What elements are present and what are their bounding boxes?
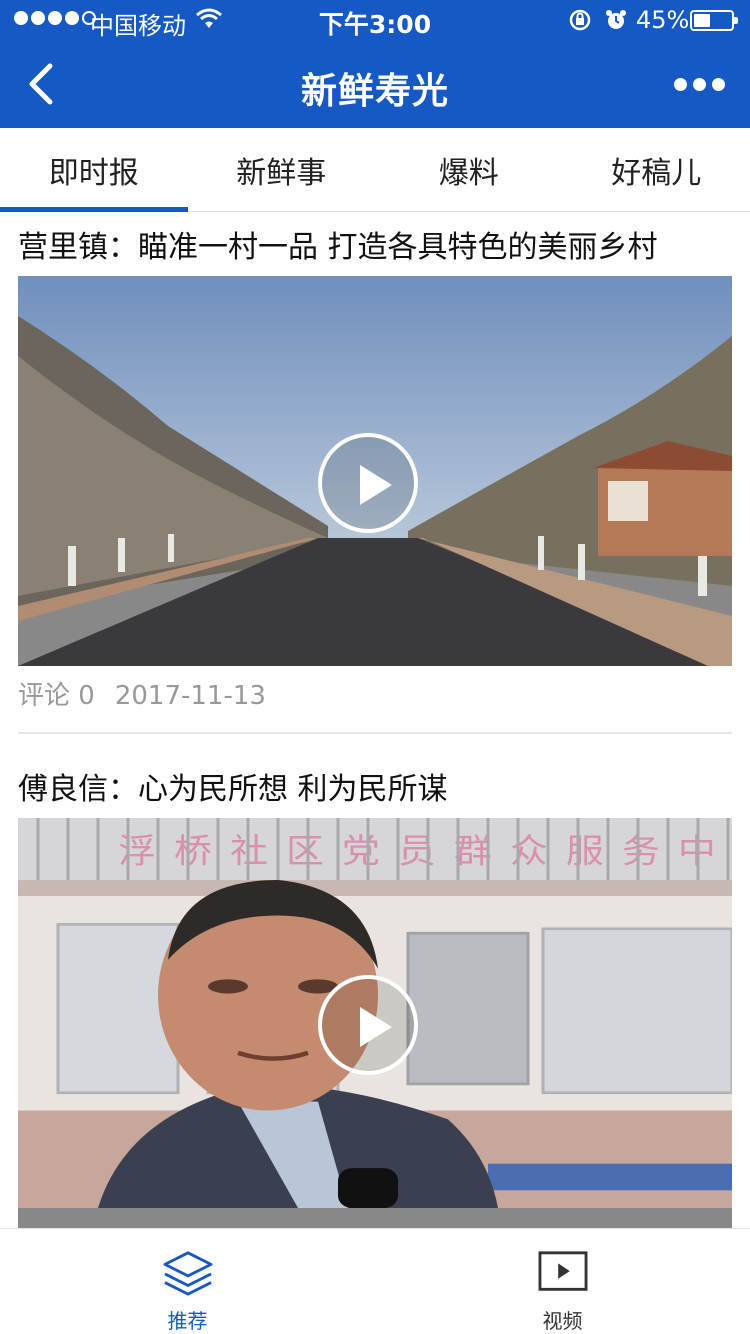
bottom-tab-video[interactable]: 视频 xyxy=(375,1229,750,1334)
video-thumbnail[interactable]: 浮桥社区党员群众服务中心 xyxy=(18,818,732,1228)
tab-instant-news[interactable]: 即时报 xyxy=(0,128,188,212)
article-title[interactable]: 傅良信：心为民所想 利为民所谋 xyxy=(18,734,732,818)
rotation-lock-icon xyxy=(569,9,591,31)
layers-icon xyxy=(163,1251,212,1296)
category-tabs: 即时报 新鲜事 爆料 好稿儿 xyxy=(0,128,750,212)
more-dot-icon xyxy=(692,77,706,91)
publish-date: 2017-11-13 xyxy=(114,681,266,711)
page-title: 新鲜寿光 xyxy=(300,71,449,112)
top-bar: 中国移动 下午3:00 45% 新鲜寿光 xyxy=(0,0,750,128)
article-card[interactable]: 傅良信：心为民所想 利为民所谋 浮桥社区党员群众服务中心 xyxy=(0,734,750,1228)
more-options-button[interactable] xyxy=(664,54,734,114)
video-play-icon xyxy=(538,1251,587,1291)
nav-bar: 新鲜寿光 xyxy=(0,40,750,128)
play-icon[interactable] xyxy=(318,433,418,533)
facade-sign-text: 浮桥社区党员群众服务中心 xyxy=(118,832,732,870)
article-card[interactable]: 营里镇：瞄准一村一品 打造各具特色的美丽乡村 评论 0 2017-11-13 xyxy=(0,212,750,734)
news-feed: 营里镇：瞄准一村一品 打造各具特色的美丽乡村 评论 0 2017-11-13 傅… xyxy=(0,212,750,1228)
more-dot-icon xyxy=(673,77,687,91)
bottom-tab-label: 推荐 xyxy=(167,1309,208,1333)
battery-percent: 45% xyxy=(636,6,690,34)
play-icon[interactable] xyxy=(318,975,418,1075)
tab-fresh-stories[interactable]: 新鲜事 xyxy=(188,128,376,211)
article-meta: 评论 0 2017-11-13 xyxy=(18,666,732,734)
battery-icon xyxy=(690,10,738,31)
tab-tip-off[interactable]: 爆料 xyxy=(375,128,563,211)
bottom-tab-bar: 推荐 视频 xyxy=(0,1228,750,1334)
bottom-tab-recommend[interactable]: 推荐 xyxy=(0,1229,375,1334)
alarm-icon xyxy=(606,10,626,29)
tab-good-articles[interactable]: 好稿儿 xyxy=(563,128,750,211)
video-thumbnail[interactable] xyxy=(18,276,732,666)
status-bar: 中国移动 下午3:00 45% xyxy=(0,0,750,40)
more-dot-icon xyxy=(711,77,725,91)
bottom-tab-label: 视频 xyxy=(542,1309,583,1333)
article-title[interactable]: 营里镇：瞄准一村一品 打造各具特色的美丽乡村 xyxy=(18,212,732,276)
comment-count: 评论 0 xyxy=(18,681,95,711)
